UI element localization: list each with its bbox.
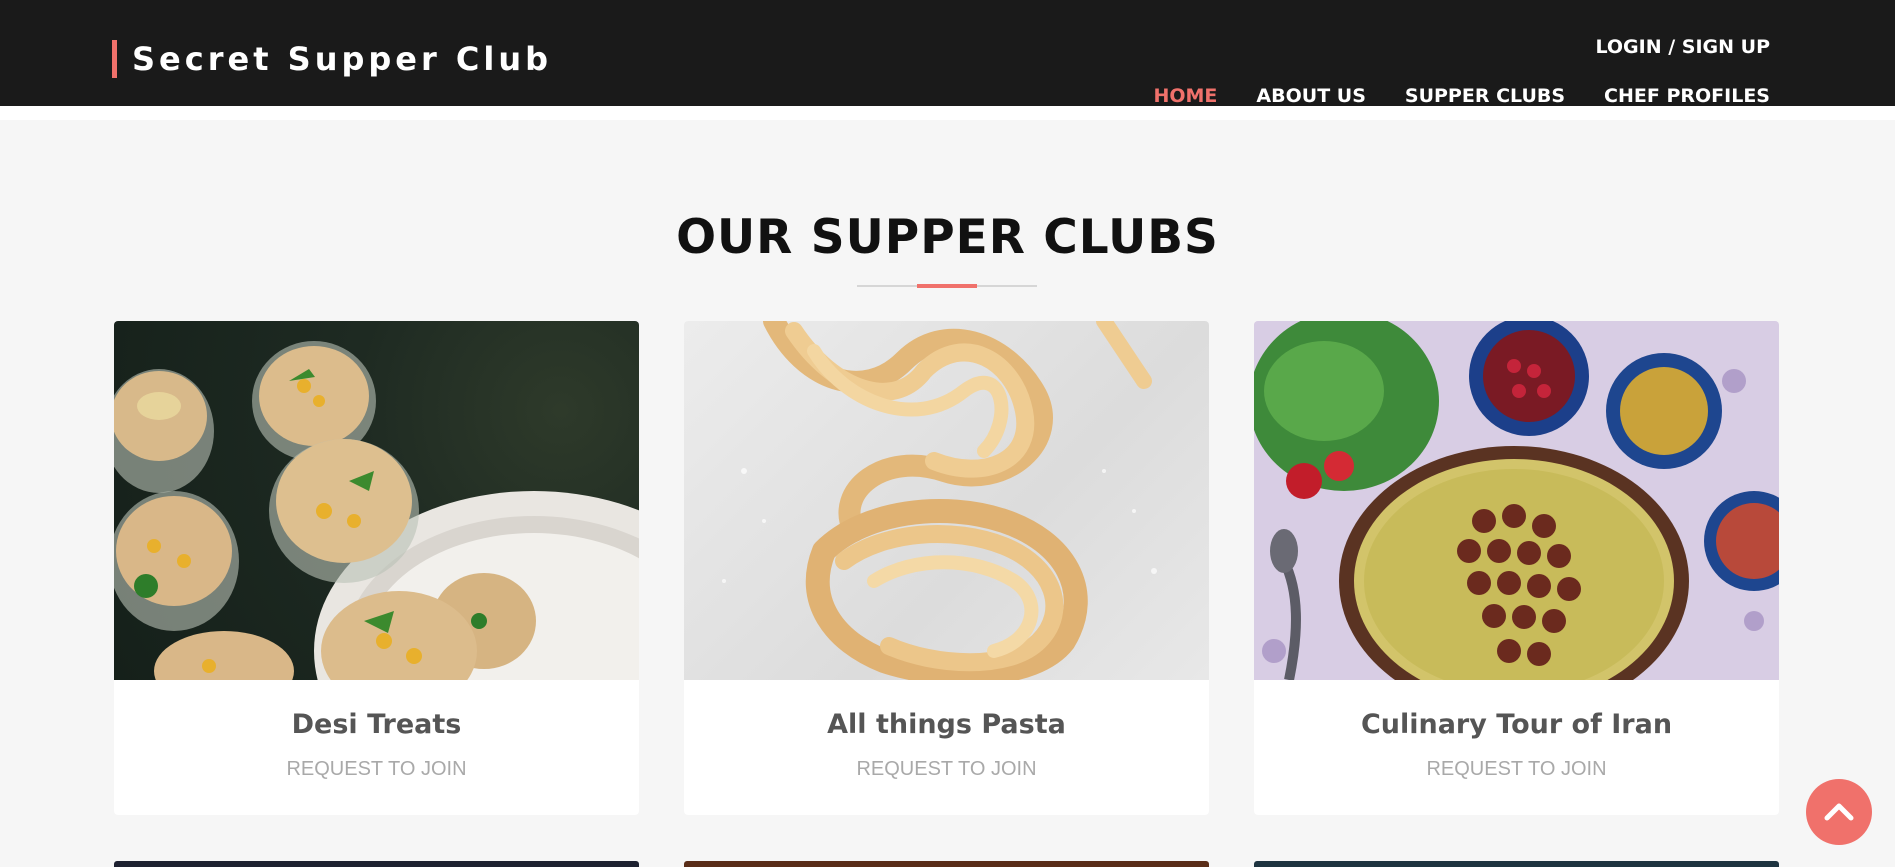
supper-club-card[interactable]: All things Pasta REQUEST TO JOIN bbox=[684, 321, 1209, 815]
chevron-up-icon bbox=[1824, 803, 1854, 821]
scroll-to-top-button[interactable] bbox=[1806, 779, 1872, 845]
request-to-join-link[interactable]: REQUEST TO JOIN bbox=[684, 758, 1209, 781]
next-card-peek bbox=[114, 861, 639, 867]
next-card-peek bbox=[684, 861, 1209, 867]
pasta-illustration bbox=[722, 321, 1157, 680]
persian-feast-illustration bbox=[1254, 321, 1779, 680]
card-title[interactable]: All things Pasta bbox=[684, 709, 1209, 740]
nav-supper-clubs[interactable]: SUPPER CLUBS bbox=[1405, 85, 1565, 107]
nav-chef-profiles[interactable]: CHEF PROFILES bbox=[1604, 85, 1770, 107]
request-to-join-link[interactable]: REQUEST TO JOIN bbox=[114, 758, 639, 781]
card-title[interactable]: Desi Treats bbox=[114, 709, 639, 740]
section-title: OUR SUPPER CLUBS bbox=[676, 210, 1219, 265]
supper-club-card[interactable]: Desi Treats REQUEST TO JOIN bbox=[114, 321, 639, 815]
persian-rice-kebab-photo[interactable] bbox=[1254, 321, 1779, 680]
site-logo[interactable]: Secret Supper Club bbox=[112, 40, 552, 78]
header-divider bbox=[0, 106, 1895, 120]
pani-puri-illustration bbox=[114, 341, 639, 680]
login-signup-link[interactable]: LOGIN / SIGN UP bbox=[1595, 36, 1770, 58]
tagliatelle-nests-photo[interactable] bbox=[684, 321, 1209, 680]
supper-club-card[interactable]: Culinary Tour of Iran REQUEST TO JOIN bbox=[1254, 321, 1779, 815]
main-nav: HOME ABOUT US SUPPER CLUBS CHEF PROFILES bbox=[1153, 85, 1770, 107]
nav-home[interactable]: HOME bbox=[1153, 85, 1217, 107]
site-header: Secret Supper Club LOGIN / SIGN UP HOME … bbox=[0, 0, 1895, 107]
logo-accent-bar bbox=[112, 40, 117, 78]
request-to-join-link[interactable]: REQUEST TO JOIN bbox=[1254, 758, 1779, 781]
title-divider-accent bbox=[917, 284, 977, 288]
brand-name: Secret Supper Club bbox=[132, 40, 553, 78]
nav-about-us[interactable]: ABOUT US bbox=[1256, 85, 1365, 107]
pani-puri-photo[interactable] bbox=[114, 321, 639, 680]
next-card-peek bbox=[1254, 861, 1779, 867]
card-title[interactable]: Culinary Tour of Iran bbox=[1254, 709, 1779, 740]
